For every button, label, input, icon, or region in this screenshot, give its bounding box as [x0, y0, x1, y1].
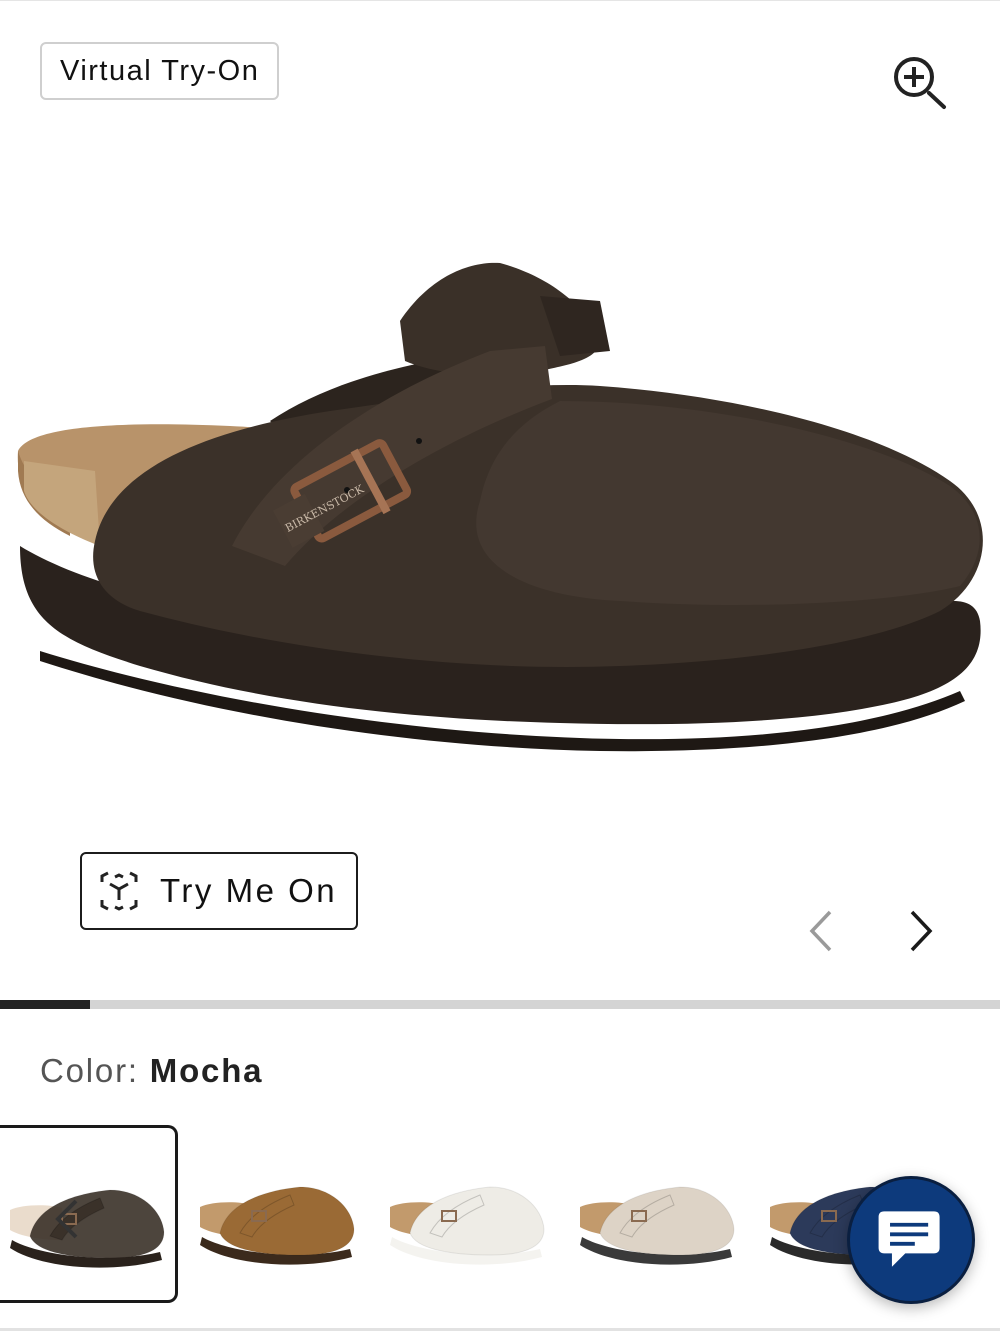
color-selection-label: Color: Mocha: [40, 1052, 263, 1090]
virtual-tryon-button[interactable]: Virtual Try-On: [40, 42, 280, 100]
swatch-mink[interactable]: [190, 1125, 368, 1303]
product-image-mocha-clog[interactable]: BIRKENSTOCK: [0, 241, 1000, 761]
product-image-gallery: Virtual Try-On BIRKENSTOCK Try Me On: [0, 0, 1000, 1009]
gallery-progress-bar: [0, 1000, 1000, 1009]
try-me-on-button[interactable]: Try Me On: [80, 852, 358, 930]
try-me-on-label: Try Me On: [160, 872, 338, 909]
swatch-taupe[interactable]: [570, 1125, 748, 1303]
color-label: Color:: [40, 1052, 139, 1089]
selected-color-name: Mocha: [149, 1052, 264, 1089]
gallery-progress-fill: [0, 1000, 90, 1009]
divider: [0, 1328, 1000, 1331]
swatch-chevron-left-icon[interactable]: [48, 1195, 88, 1243]
swatch-clog-image: [200, 1186, 355, 1265]
swatch-clog-image: [10, 1189, 165, 1268]
swatch-clog-image: [580, 1186, 735, 1265]
ar-cube-icon: [100, 871, 138, 911]
chat-bubble-icon: [878, 1211, 940, 1267]
swatch-antique-white[interactable]: [380, 1125, 558, 1303]
chat-button[interactable]: [847, 1176, 975, 1304]
zoom-in-icon[interactable]: [888, 53, 950, 111]
swatch-mocha[interactable]: [0, 1125, 178, 1303]
chevron-right-icon[interactable]: [898, 906, 942, 956]
chevron-left-icon[interactable]: [800, 906, 844, 956]
swatch-clog-image: [390, 1186, 545, 1265]
